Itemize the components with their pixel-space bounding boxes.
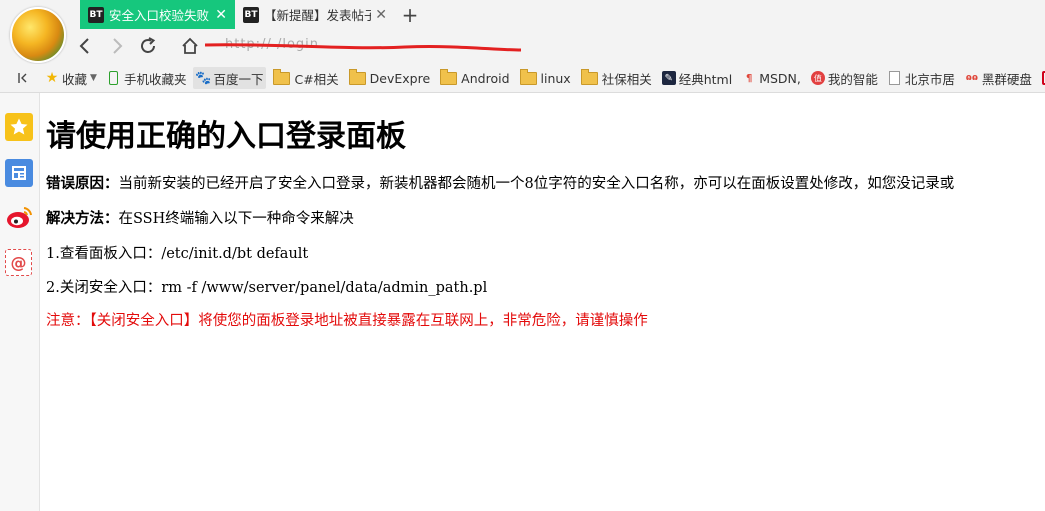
star-icon: ★ (45, 70, 59, 86)
bookmark-label: 北京市居 (904, 71, 955, 87)
forward-arrow-icon (113, 38, 123, 54)
browser-chrome: BT 安全入口校验失败 ✕ BT 【新提醒】发表帖子 - Linux面板 ✕ +… (0, 0, 1045, 64)
bookmark-label: 经典html (678, 71, 733, 87)
chevron-down-icon: ▼ (90, 73, 97, 83)
folder-icon (580, 68, 598, 85)
folder-icon (519, 68, 537, 85)
tab-bar: BT 安全入口校验失败 ✕ BT 【新提醒】发表帖子 - Linux面板 ✕ + (80, 0, 425, 29)
bookmarks-collapse-icon[interactable] (14, 67, 32, 89)
back-arrow-icon (79, 38, 89, 54)
mail-icon[interactable]: @ (5, 249, 32, 276)
news-feed-icon[interactable] (5, 159, 33, 187)
user-avatar[interactable] (10, 7, 66, 63)
bookmark-baidu[interactable]: 🐾 百度一下 (193, 67, 267, 89)
url-redaction-mark (205, 43, 522, 52)
bookmark-folder-csharp[interactable]: C#相关 (270, 67, 341, 89)
tab-inactive[interactable]: BT 【新提醒】发表帖子 - Linux面板 ✕ (235, 0, 395, 29)
bookmarks-bar: ★ 收藏 ▼ 手机收藏夹 🐾 百度一下 C#相关 DevExpre Androi… (0, 64, 1045, 93)
msdn-icon: ¶ (746, 72, 753, 84)
bookmark-label: MSDN, (759, 70, 801, 86)
step-disable-entry: 2.关闭安全入口：rm -f /www/server/panel/data/ad… (46, 280, 488, 296)
bookmark-overflow[interactable] (1039, 67, 1045, 89)
folder-icon (440, 68, 458, 85)
bookmark-label: 社保相关 (601, 71, 652, 87)
solution-text: 在SSH终端输入以下一种命令来解决 (118, 211, 354, 227)
bookmark-label: 手机收藏夹 (123, 71, 187, 87)
solution-label: 解决方法： (46, 210, 119, 227)
nas-icon: ɷɷ (965, 73, 979, 83)
bookmark-label: 收藏 (62, 71, 88, 87)
home-button[interactable] (179, 33, 201, 59)
warning-text: 注意：【关闭安全入口】将使您的面板登录地址被直接暴露在互联网上，非常危险，请谨慎… (46, 313, 648, 329)
back-button[interactable] (74, 33, 96, 59)
bookmark-mobile[interactable]: 手机收藏夹 (104, 67, 190, 89)
folder-icon (273, 68, 291, 85)
bt-favicon-icon: BT (243, 6, 259, 23)
tab-close-icon[interactable]: ✕ (215, 7, 227, 23)
tab-title: 安全入口校验失败 (109, 8, 210, 23)
bookmark-label: Android (461, 70, 510, 86)
tab-title: 【新提醒】发表帖子 - Linux面板 (264, 8, 372, 23)
home-icon (182, 37, 198, 54)
baidu-paw-icon: 🐾 (195, 70, 212, 86)
bookmark-favorites[interactable]: ★ 收藏 ▼ (42, 67, 100, 89)
bookmark-label: 百度一下 (213, 71, 264, 87)
bookmark-msdn[interactable]: ¶ MSDN, (739, 67, 804, 89)
sidebar: @ (0, 93, 40, 511)
reload-icon (141, 37, 156, 53)
solution: 解决方法：在SSH终端输入以下一种命令来解决 (46, 207, 354, 228)
weibo-icon[interactable] (5, 204, 33, 232)
bookmark-label: 我的智能 (827, 71, 878, 87)
bookmark-folder-social-security[interactable]: 社保相关 (578, 67, 655, 89)
page-icon (888, 71, 902, 85)
bookmark-label: C#相关 (294, 71, 339, 87)
bookmark-my-smart[interactable]: 值 我的智能 (808, 67, 881, 89)
bookmark-nas[interactable]: ɷɷ 黑群硬盘 (962, 67, 1035, 89)
new-tab-button[interactable]: + (395, 0, 425, 29)
error-text: 当前新安装的已经开启了安全入口登录，新装机器都会随机一个8位字符的安全入口名称，… (118, 176, 955, 192)
forward-button[interactable] (106, 33, 128, 59)
reload-button[interactable] (137, 33, 159, 59)
error-reason: 错误原因：当前新安装的已经开启了安全入口登录，新装机器都会随机一个8位字符的安全… (46, 172, 954, 193)
page-title: 请使用正确的入口登录面板 (46, 119, 406, 154)
tab-close-icon[interactable]: ✕ (375, 7, 387, 23)
step-view-entry: 1.查看面板入口：/etc/init.d/bt default (46, 246, 309, 262)
bookmark-beijing[interactable]: 北京市居 (885, 67, 958, 89)
feather-icon: ✎ (661, 71, 676, 85)
folder-icon (348, 68, 366, 85)
bookmark-folder-linux[interactable]: linux (517, 67, 574, 89)
bookmark-label: 黑群硬盘 (981, 71, 1032, 87)
bookmark-label: DevExpre (369, 70, 431, 86)
bookmark-folder-devexpress[interactable]: DevExpre (346, 67, 434, 89)
tab-active[interactable]: BT 安全入口校验失败 ✕ (80, 0, 235, 29)
phone-icon (107, 71, 121, 85)
bt-favicon-icon: BT (88, 6, 104, 23)
error-label: 错误原因： (46, 175, 119, 192)
favorites-star-icon[interactable] (5, 113, 33, 141)
bookmark-folder-android[interactable]: Android (437, 67, 512, 89)
smart-icon: 值 (810, 71, 825, 85)
address-bar[interactable]: http:// /login (205, 34, 1040, 58)
bookmark-label: linux (540, 70, 571, 86)
bookmark-classic-html[interactable]: ✎ 经典html (659, 67, 735, 89)
